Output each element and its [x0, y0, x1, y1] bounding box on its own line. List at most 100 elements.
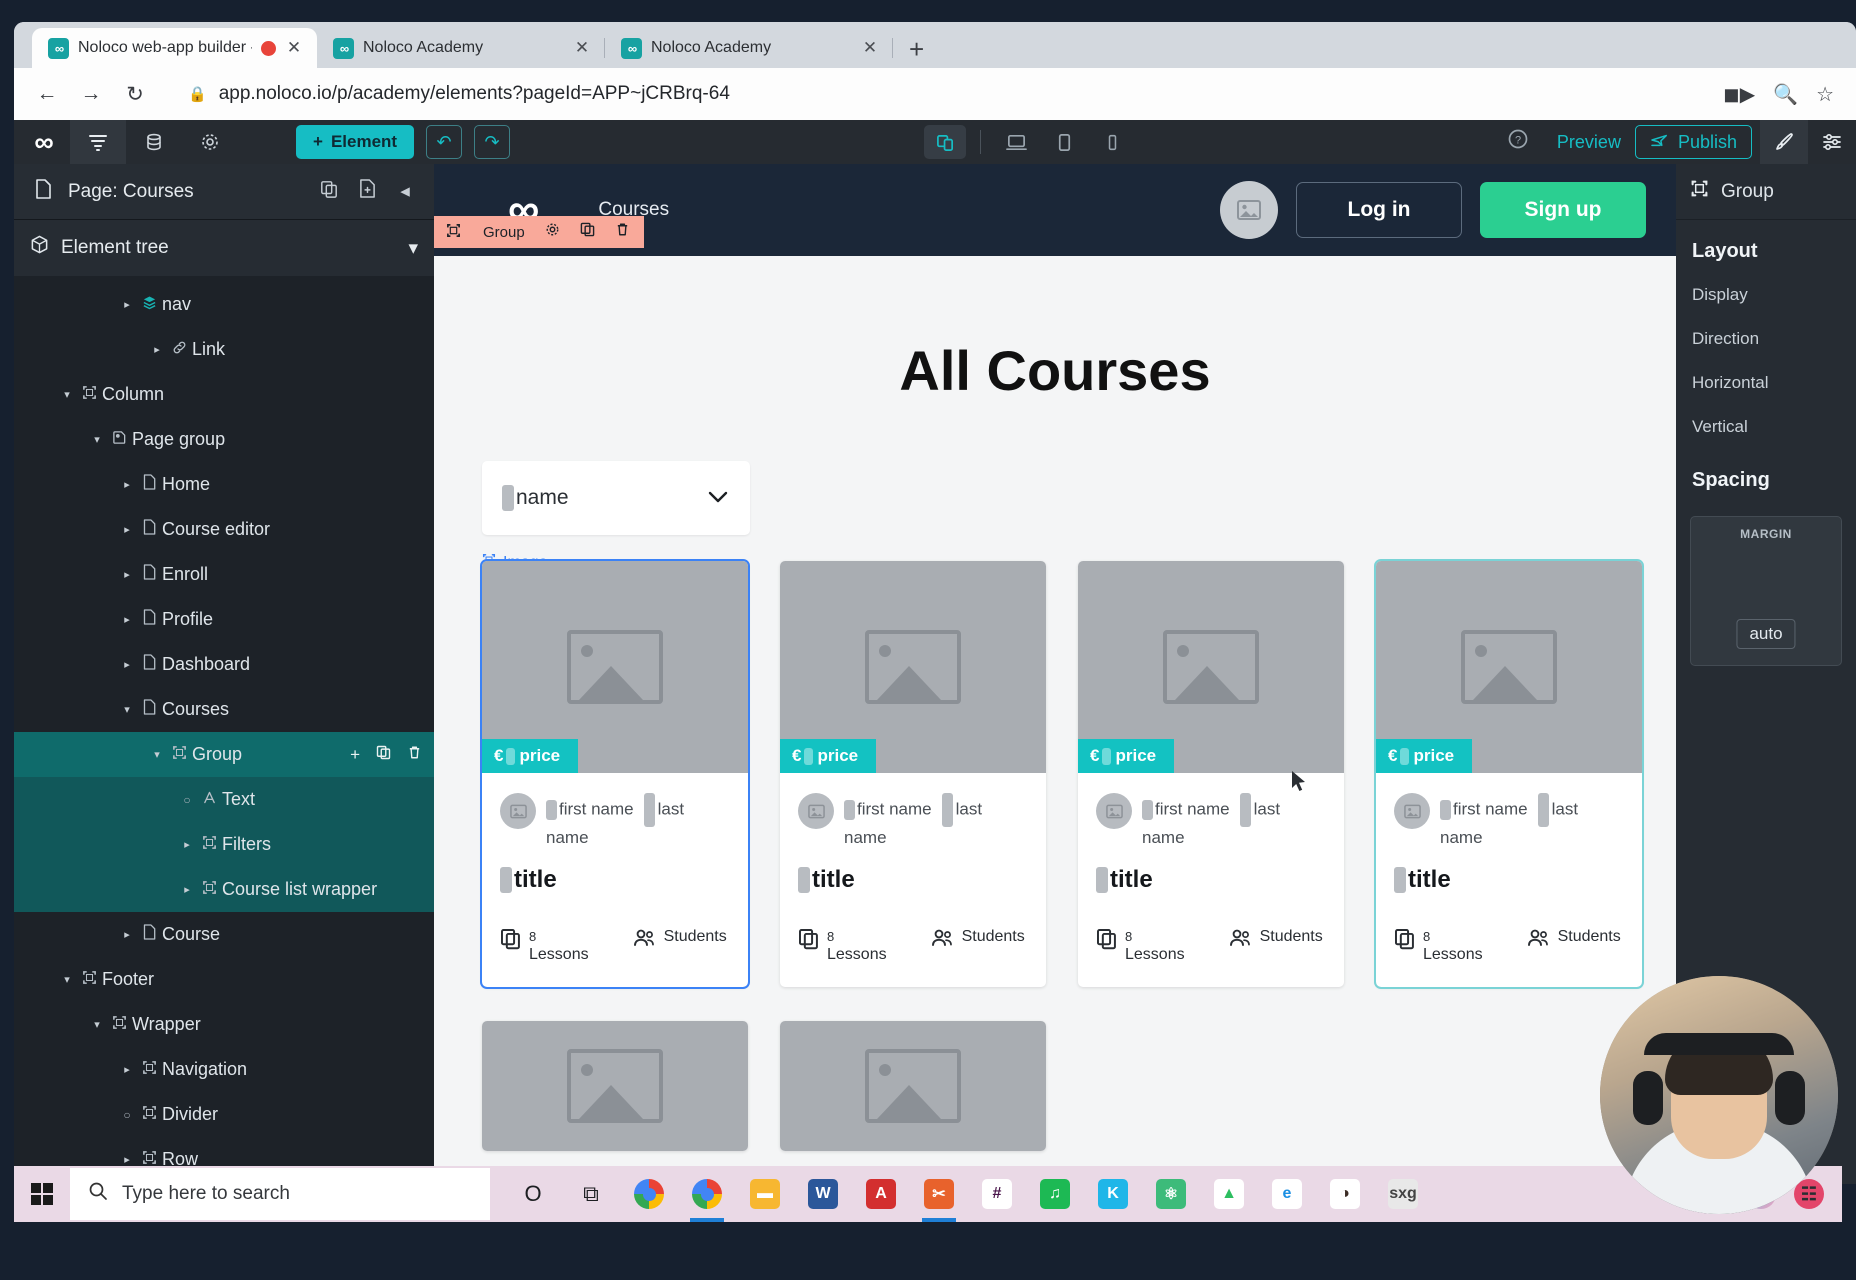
gear-icon[interactable] — [545, 222, 560, 242]
file-explorer-icon[interactable]: ▬ — [736, 1166, 794, 1222]
noloco-logo-icon[interactable]: ∞ — [14, 120, 70, 164]
sxg-icon[interactable]: sxg — [1374, 1166, 1432, 1222]
database-icon[interactable] — [126, 120, 182, 164]
chevron-down-icon[interactable] — [706, 485, 730, 511]
tree-item-courses[interactable]: ▾Courses — [14, 687, 434, 732]
expand-caret-icon[interactable]: ▾ — [58, 973, 76, 986]
layout-row-vertical[interactable]: Vertical — [1676, 405, 1856, 449]
evernote-icon[interactable]: ▲ — [1200, 1166, 1258, 1222]
word-icon[interactable]: W — [794, 1166, 852, 1222]
signup-button[interactable]: Sign up — [1480, 182, 1646, 238]
course-card[interactable]: €pricefirst namelastnametitle8LessonsStu… — [780, 561, 1046, 987]
mobile-icon[interactable] — [1091, 125, 1133, 159]
card-image-placeholder[interactable]: €price — [1376, 561, 1642, 773]
trash-icon[interactable] — [407, 745, 422, 765]
spotify-icon[interactable]: ♫ — [1026, 1166, 1084, 1222]
selection-badge-group[interactable]: Group — [434, 216, 644, 248]
tree-item-filters[interactable]: ▸Filters — [14, 822, 434, 867]
trash-icon[interactable] — [615, 222, 630, 242]
brave-icon[interactable]: ◑ — [1316, 1166, 1374, 1222]
expand-caret-icon[interactable]: ▾ — [88, 433, 106, 446]
tree-item-wrapper[interactable]: ▾Wrapper — [14, 1002, 434, 1047]
card-image-placeholder[interactable]: €price — [1078, 561, 1344, 773]
copy-icon[interactable] — [316, 180, 342, 204]
responsive-icon[interactable] — [924, 125, 966, 159]
add-page-icon[interactable] — [354, 179, 380, 204]
close-icon[interactable]: ✕ — [285, 38, 303, 58]
layout-row-direction[interactable]: Direction — [1676, 317, 1856, 361]
expand-caret-icon[interactable]: ▾ — [148, 748, 166, 761]
reload-icon[interactable]: ↻ — [118, 77, 152, 111]
close-icon[interactable]: ✕ — [573, 38, 591, 58]
collapse-panel-icon[interactable]: ◂ — [392, 180, 418, 203]
name-filter-select[interactable]: name — [482, 461, 750, 535]
new-tab-button[interactable]: + — [893, 36, 940, 68]
tree-item-group[interactable]: ▾Group+ — [14, 732, 434, 777]
brush-icon[interactable] — [1760, 120, 1808, 164]
expand-caret-icon[interactable]: ▸ — [118, 658, 136, 671]
tree-item-column[interactable]: ▾Column — [14, 372, 434, 417]
browser-tab-3[interactable]: ∞ Noloco Academy ✕ — [605, 28, 893, 68]
sliders-icon[interactable] — [1808, 120, 1856, 164]
bullet-icon[interactable]: ○ — [178, 793, 196, 807]
tree-item-course-list-wrapper[interactable]: ▸Course list wrapper — [14, 867, 434, 912]
task-view-icon[interactable]: ⧉ — [562, 1166, 620, 1222]
expand-caret-icon[interactable]: ▸ — [178, 883, 196, 896]
tree-item-text[interactable]: ○Text — [14, 777, 434, 822]
chrome-active-icon[interactable] — [678, 1166, 736, 1222]
expand-caret-icon[interactable]: ▾ — [58, 388, 76, 401]
margin-box[interactable]: MARGIN auto — [1690, 516, 1842, 666]
card-image-placeholder[interactable]: €price — [482, 561, 748, 773]
expand-caret-icon[interactable]: ▸ — [118, 568, 136, 581]
tree-item-navigation[interactable]: ▸Navigation — [14, 1047, 434, 1092]
cortana-icon[interactable]: O — [504, 1166, 562, 1222]
star-icon[interactable]: ☆ — [1816, 82, 1834, 107]
element-tree-header[interactable]: Element tree ▾ — [14, 220, 434, 276]
tree-item-home[interactable]: ▸Home — [14, 462, 434, 507]
tree-item-profile[interactable]: ▸Profile — [14, 597, 434, 642]
expand-caret-icon[interactable]: ▸ — [118, 1063, 136, 1076]
tree-item-footer[interactable]: ▾Footer — [14, 957, 434, 1002]
publish-button[interactable]: Publish — [1635, 125, 1752, 159]
expand-caret-icon[interactable]: ▸ — [118, 523, 136, 536]
card-image-placeholder[interactable]: €price — [780, 561, 1046, 773]
gear-icon[interactable] — [182, 120, 238, 164]
camera-icon[interactable]: ◼▶ — [1723, 82, 1755, 107]
forward-icon[interactable]: → — [74, 77, 108, 111]
expand-caret-icon[interactable]: ▸ — [118, 928, 136, 941]
tree-item-page-group[interactable]: ▾Page group — [14, 417, 434, 462]
start-button[interactable] — [14, 1166, 70, 1222]
course-card-partial[interactable] — [482, 1021, 748, 1151]
preview-link[interactable]: Preview — [1543, 132, 1635, 153]
address-bar[interactable]: 🔒 app.noloco.io/p/academy/elements?pageI… — [170, 76, 1713, 112]
layout-row-display[interactable]: Display — [1676, 273, 1856, 317]
expand-caret-icon[interactable]: ▸ — [178, 838, 196, 851]
expand-caret-icon[interactable]: ▸ — [118, 478, 136, 491]
expand-caret-icon[interactable]: ▾ — [88, 1018, 106, 1031]
chrome-icon[interactable] — [620, 1166, 678, 1222]
margin-auto-value[interactable]: auto — [1736, 619, 1795, 649]
browser-tab-1[interactable]: ∞ Noloco web-app builder - ac ✕ — [32, 28, 317, 68]
desktop-icon[interactable] — [995, 125, 1037, 159]
copy-icon[interactable] — [376, 745, 391, 765]
filter-icon[interactable] — [70, 120, 126, 164]
help-icon[interactable]: ? — [1493, 128, 1543, 156]
login-button[interactable]: Log in — [1296, 182, 1462, 238]
layout-row-horizontal[interactable]: Horizontal — [1676, 361, 1856, 405]
course-card-partial[interactable] — [780, 1021, 1046, 1151]
taskbar-search-input[interactable]: Type here to search — [70, 1168, 490, 1220]
bullet-icon[interactable]: ○ — [118, 1108, 136, 1122]
slack-icon[interactable]: # — [968, 1166, 1026, 1222]
tablet-icon[interactable] — [1043, 125, 1085, 159]
expand-caret-icon[interactable]: ▸ — [118, 1153, 136, 1166]
snip-tool-icon[interactable]: ✂ — [910, 1166, 968, 1222]
atom-icon[interactable]: ⚛ — [1142, 1166, 1200, 1222]
redo-button[interactable]: ↷ — [474, 125, 510, 159]
add-element-button[interactable]: + Element — [296, 125, 414, 159]
expand-caret-icon[interactable]: ▸ — [118, 613, 136, 626]
expand-caret-icon[interactable]: ▾ — [118, 703, 136, 716]
tree-item-nav[interactable]: ▸nav — [14, 282, 434, 327]
affinity-icon[interactable]: K — [1084, 1166, 1142, 1222]
back-icon[interactable]: ← — [30, 77, 64, 111]
copy-icon[interactable] — [580, 222, 595, 242]
